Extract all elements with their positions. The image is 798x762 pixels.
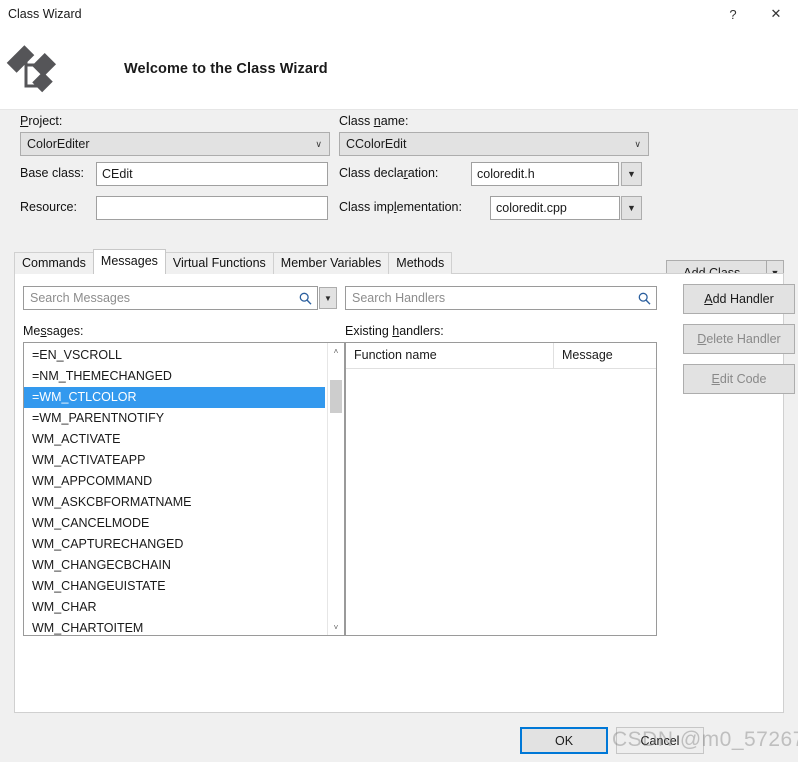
add-handler-button[interactable]: Add Handler xyxy=(683,284,795,314)
list-item[interactable]: =NM_THEMECHANGED xyxy=(24,366,327,387)
messages-label: Messages: xyxy=(23,324,84,338)
delete-handler-button[interactable]: Delete Handler xyxy=(683,324,795,354)
base-class-value: CEdit xyxy=(102,167,133,181)
tab-methods[interactable]: Methods xyxy=(388,252,453,274)
list-item[interactable]: WM_ACTIVATEAPP xyxy=(24,450,327,471)
list-item[interactable]: WM_CAPTURECHANGED xyxy=(24,534,327,555)
chevron-down-icon: ▼ xyxy=(627,169,636,179)
scroll-down-icon[interactable]: ˅ xyxy=(328,619,344,635)
search-icon xyxy=(299,292,312,305)
list-item[interactable]: WM_CHANGECBCHAIN xyxy=(24,555,327,576)
chevron-down-icon: ▼ xyxy=(324,293,332,303)
chevron-down-icon: ∨ xyxy=(634,138,641,149)
messages-list: =EN_VSCROLL =NM_THEMECHANGED =WM_CTLCOLO… xyxy=(24,343,327,635)
class-implementation-label: Class implementation: xyxy=(339,200,462,214)
class-declaration-dropdown-button[interactable]: ▼ xyxy=(621,162,642,186)
class-name-label: Class name: xyxy=(339,114,409,128)
search-messages-dropdown-button[interactable]: ▼ xyxy=(319,287,337,309)
header-band: Welcome to the Class Wizard xyxy=(0,28,798,110)
messages-scrollbar[interactable]: ˄ ˅ xyxy=(327,343,344,635)
class-name-combobox[interactable]: CColorEdit ∨ xyxy=(339,132,649,156)
tab-label: Messages xyxy=(100,254,158,268)
help-button[interactable]: ? xyxy=(712,0,754,28)
list-item[interactable]: =WM_PARENTNOTIFY xyxy=(24,408,327,429)
tab-label: Methods xyxy=(396,256,445,270)
delete-handler-label: Delete Handler xyxy=(697,332,781,346)
tab-strip: Commands Messages Virtual Functions Memb… xyxy=(14,249,453,274)
search-messages-input[interactable]: Search Messages xyxy=(23,286,318,310)
tab-messages[interactable]: Messages xyxy=(92,249,166,274)
project-value: ColorEditer xyxy=(27,137,90,151)
tab-label: Member Variables xyxy=(280,256,382,270)
title-bar: Class Wizard ? ✕ xyxy=(0,0,798,28)
existing-handlers-listbox[interactable]: Function name Message xyxy=(345,342,657,636)
scrollbar-thumb[interactable] xyxy=(330,380,342,413)
list-item[interactable]: WM_CANCELMODE xyxy=(24,513,327,534)
project-label: Project: xyxy=(20,114,63,128)
class-implementation-dropdown-button[interactable]: ▼ xyxy=(621,196,642,220)
list-item[interactable]: WM_ASKCBFORMATNAME xyxy=(24,492,327,513)
form-area: Project: ColorEditer ∨ Class name: CColo… xyxy=(0,110,798,286)
list-item[interactable]: =EN_VSCROLL xyxy=(24,345,327,366)
class-implementation-input[interactable]: coloredit.cpp xyxy=(490,196,620,220)
ok-button[interactable]: OK xyxy=(520,727,608,754)
class-declaration-label: Class declaration: xyxy=(339,166,439,180)
window-title: Class Wizard xyxy=(8,7,82,21)
tab-commands[interactable]: Commands xyxy=(14,252,94,274)
list-item[interactable]: WM_ACTIVATE xyxy=(24,429,327,450)
tab-member-variables[interactable]: Member Variables xyxy=(272,252,390,274)
resource-input[interactable] xyxy=(96,196,328,220)
base-class-input[interactable]: CEdit xyxy=(96,162,328,186)
list-item-selected[interactable]: =WM_CTLCOLOR xyxy=(24,387,325,408)
class-declaration-value: coloredit.h xyxy=(477,167,535,181)
base-class-label: Base class: xyxy=(20,166,84,180)
window-controls: ? ✕ xyxy=(712,0,798,28)
cancel-button[interactable]: Cancel xyxy=(616,727,704,754)
edit-code-button[interactable]: Edit Code xyxy=(683,364,795,394)
resource-label: Resource: xyxy=(20,200,77,214)
class-name-value: CColorEdit xyxy=(346,137,407,151)
class-implementation-value: coloredit.cpp xyxy=(496,201,567,215)
handlers-header-row: Function name Message xyxy=(346,343,656,369)
column-header-function-name[interactable]: Function name xyxy=(346,343,554,368)
tab-label: Virtual Functions xyxy=(172,256,266,270)
search-icon xyxy=(638,292,651,305)
existing-handlers-label: Existing handlers: xyxy=(345,324,444,338)
search-messages-placeholder: Search Messages xyxy=(30,291,131,305)
class-declaration-input[interactable]: coloredit.h xyxy=(471,162,619,186)
search-handlers-input[interactable]: Search Handlers xyxy=(345,286,657,310)
list-item[interactable]: WM_CHANGEUISTATE xyxy=(24,576,327,597)
column-header-message[interactable]: Message xyxy=(554,343,656,368)
class-wizard-icon xyxy=(6,45,57,93)
list-item[interactable]: WM_CHAR xyxy=(24,597,327,618)
tab-label: Commands xyxy=(22,256,86,270)
search-handlers-placeholder: Search Handlers xyxy=(352,291,446,305)
messages-listbox[interactable]: =EN_VSCROLL =NM_THEMECHANGED =WM_CTLCOLO… xyxy=(23,342,345,636)
edit-code-label: Edit Code xyxy=(711,372,767,386)
scroll-up-icon[interactable]: ˄ xyxy=(328,343,344,359)
add-handler-label: Add Handler xyxy=(704,292,774,306)
chevron-down-icon: ▼ xyxy=(627,203,636,213)
project-combobox[interactable]: ColorEditer ∨ xyxy=(20,132,330,156)
list-item[interactable]: WM_CHARTOITEM xyxy=(24,618,327,635)
chevron-down-icon: ∨ xyxy=(315,138,322,149)
close-icon[interactable]: ✕ xyxy=(754,0,798,28)
messages-tab-panel: Search Messages ▼ Search Handlers Messag… xyxy=(14,273,795,713)
list-item[interactable]: WM_APPCOMMAND xyxy=(24,471,327,492)
page-title: Welcome to the Class Wizard xyxy=(124,61,328,77)
tab-virtual-functions[interactable]: Virtual Functions xyxy=(164,252,274,274)
